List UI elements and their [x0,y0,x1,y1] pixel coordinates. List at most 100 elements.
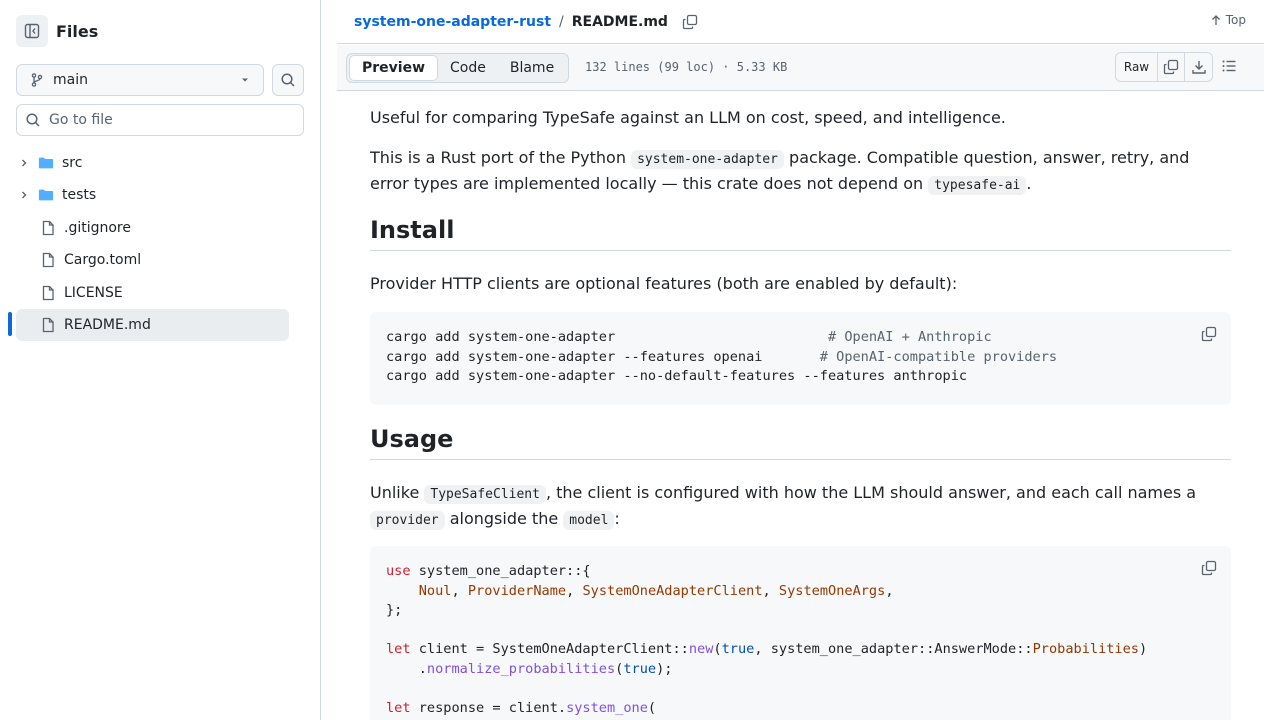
readme-paragraph: Provider HTTP clients are optional featu… [370,274,958,293]
copy-code-button[interactable] [1201,560,1217,583]
text-span: alongside the [444,509,564,528]
search-icon [26,113,40,127]
readme-paragraph: This is a Rust port of the Python system… [370,146,1231,198]
code-literal: true [623,660,657,677]
file-icon [40,317,56,333]
file-actions-group: Raw [1115,52,1213,82]
sidebar-header: Files [16,15,98,47]
copy-code-button[interactable] [1201,326,1217,349]
view-mode-segmented-control: Preview Code Blame [346,53,570,83]
tree-item-src[interactable]: src [16,147,289,179]
heading-usage: Usage [370,425,1231,460]
tree-item-license[interactable]: LICENSE [16,277,289,309]
code-text: }; [386,602,403,619]
tree-item-label: Cargo.toml [64,252,142,269]
copy-icon [1201,560,1217,576]
copy-icon [1163,59,1179,75]
code-keyword: use [386,563,411,579]
code-comment: # OpenAI-compatible providers [819,348,1058,365]
arrow-up-icon [1211,15,1220,25]
code-text: system_one_adapter::{ [410,563,591,579]
go-to-file-input[interactable] [49,112,289,128]
search-icon [281,73,295,87]
code-function: normalize_probabilities [426,660,616,677]
tree-item-cargo-toml[interactable]: Cargo.toml [16,244,289,276]
git-branch-icon [31,73,43,87]
tree-item-label: tests [62,187,97,204]
inline-code: provider [370,511,445,530]
sidebar-collapse-icon [24,23,40,39]
code-type: ProviderName [467,582,567,599]
chevron-right-icon[interactable] [16,157,32,169]
code-line: cargo add system-one-adapter --no-defaul… [386,368,967,384]
tab-blame[interactable]: Blame [498,55,566,81]
inline-code: model [563,511,615,530]
folder-icon [38,155,54,171]
code-text: ); [656,660,673,677]
tab-preview[interactable]: Preview [349,55,439,81]
readme-paragraph: Useful for comparing TypeSafe against an… [370,108,1006,127]
tab-code[interactable]: Code [438,55,498,81]
file-icon [40,285,56,301]
outline-button[interactable] [1221,58,1237,78]
code-line: cargo add system-one-adapter # OpenAI + … [386,329,992,345]
heading-install: Install [370,216,1231,251]
inline-code: system-one-adapter [631,150,784,169]
code-function: new [688,641,714,658]
code-text: ) [1139,641,1148,658]
code-text: ( [647,700,657,717]
download-button[interactable] [1185,53,1212,81]
code-line: cargo add system-one-adapter --features … [386,349,1057,365]
text-span: This is a Rust port of the Python [370,148,632,167]
breadcrumb-repo-link[interactable]: system-one-adapter-rust [354,14,551,30]
branch-selector[interactable]: main [16,64,264,96]
code-text: ( [713,641,722,658]
code-text: response = client. [410,700,567,717]
code-text: . [386,660,427,677]
raw-button[interactable]: Raw [1116,53,1158,81]
file-header: system-one-adapter-rust / README.md Top [337,0,1264,44]
file-icon [40,252,56,268]
file-stats: 132 lines (99 loc) · 5.33 KB [585,60,788,74]
text-span: . [1026,174,1032,193]
code-keyword: let [386,641,411,658]
inline-code: typesafe-ai [928,176,1027,195]
code-text: client = SystemOneAdapterClient:: [410,641,689,658]
breadcrumb-separator: / [559,13,564,30]
tree-item-tests[interactable]: tests [16,179,289,211]
selected-indicator [8,312,12,336]
code-type: SystemOneArgs [778,582,886,599]
install-code-block: cargo add system-one-adapter # OpenAI + … [370,312,1231,405]
file-tree-sidebar: Files main src tests .gitignore Cargo.to… [0,0,321,720]
code-text: , system_one_adapter::AnswerMode:: [754,641,1033,658]
tree-item-label: LICENSE [64,284,123,301]
list-outline-icon [1222,60,1236,72]
tree-item-label: README.md [64,316,151,333]
code-comment: # OpenAI + Anthropic [827,329,992,345]
branch-name: main [53,72,88,88]
top-label: Top [1225,13,1246,27]
tree-item-label: src [62,155,83,171]
chevron-right-icon[interactable] [16,189,32,201]
text-span: , the client is configured with how the … [545,483,1197,502]
copy-icon [1201,326,1217,342]
file-toolbar: Preview Code Blame 132 lines (99 loc) · … [337,45,1264,91]
code-type: Noul [418,582,452,599]
collapse-sidebar-button[interactable] [16,15,48,47]
copy-icon [682,14,698,29]
search-files-button[interactable] [272,64,304,96]
copy-path-button[interactable] [682,14,698,30]
code-literal: true [721,641,755,658]
code-text: cargo add system-one-adapter --no-defaul… [386,368,968,385]
tree-item-readme[interactable]: README.md [16,308,289,341]
breadcrumb-file: README.md [571,13,668,30]
code-keyword: let [386,700,411,717]
code-text: cargo add system-one-adapter --features … [386,348,820,365]
tree-item-gitignore[interactable]: .gitignore [16,212,289,244]
go-to-file-field[interactable] [16,104,304,136]
back-to-top-link[interactable]: Top [1210,13,1246,27]
code-text: cargo add system-one-adapter [386,329,828,345]
copy-raw-button[interactable] [1158,53,1185,81]
inline-code: TypeSafeClient [424,485,546,504]
